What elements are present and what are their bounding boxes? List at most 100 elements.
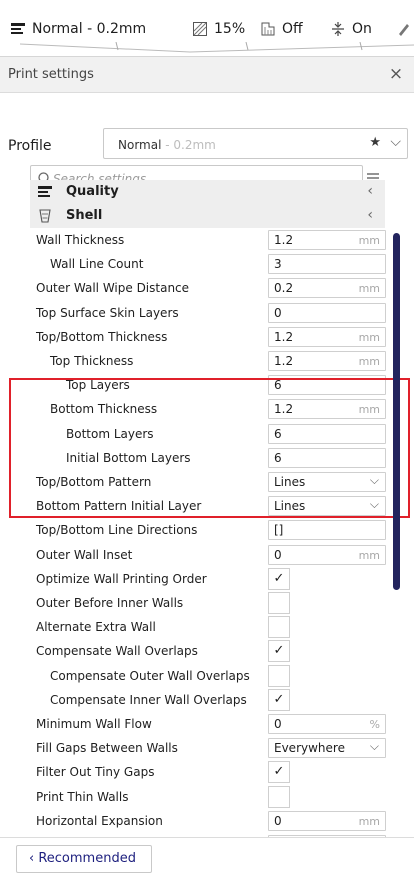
favorite-star-icon[interactable]: ★ [369, 135, 381, 150]
setting-value: 6 [274, 450, 282, 465]
setting-row: Bottom Pattern Initial Layer Lines ⌵ [30, 494, 390, 518]
setting-checkbox[interactable] [268, 664, 290, 687]
setting-checkbox[interactable]: ✓ [268, 761, 290, 784]
setting-row: Top/Bottom Pattern Lines ⌵ [30, 470, 390, 494]
setting-label: Top Layers [66, 378, 130, 393]
setting-input[interactable]: 6 [268, 423, 386, 444]
adhesion-button[interactable]: On [330, 18, 372, 40]
setting-label: Outer Before Inner Walls [36, 596, 184, 610]
profile-layer-height: - 0.2mm [161, 138, 216, 152]
setting-value: 1.2 [274, 329, 294, 344]
shell-icon [37, 208, 53, 224]
panel-title: Print settings [8, 67, 94, 82]
setting-input[interactable]: 3 [268, 254, 386, 275]
setting-row: Wall Thickness 1.2 mm [30, 228, 390, 252]
setting-checkbox[interactable]: ✓ [268, 567, 290, 590]
chevron-left-icon: ‹ [367, 183, 373, 199]
setting-value: 0 [274, 305, 282, 320]
setting-row: Optimize Wall Printing Order ✓ [30, 567, 390, 591]
quality-icon [10, 21, 26, 37]
setting-checkbox[interactable]: ✓ [268, 688, 290, 711]
category-shell-label: Shell [66, 208, 103, 223]
setting-checkbox[interactable] [268, 616, 290, 639]
quality-icon [37, 184, 53, 200]
setting-row: Print Thin Walls [30, 785, 390, 809]
scrollbar[interactable] [393, 233, 400, 590]
setting-input[interactable]: 0 mm [268, 544, 386, 565]
setting-checkbox[interactable] [268, 785, 290, 808]
setting-row: Bottom Thickness 1.2 mm [30, 397, 390, 421]
setting-input[interactable]: 1.2 mm [268, 326, 386, 347]
print-profile-button[interactable]: Normal - 0.2mm [10, 18, 146, 40]
setting-value: 6 [274, 378, 282, 393]
setting-row: Bottom Layers 6 [30, 422, 390, 446]
setting-input[interactable]: 0.2 mm [268, 278, 386, 299]
setting-dropdown[interactable]: Lines ⌵ [268, 472, 386, 492]
setting-label: Initial Bottom Layers [66, 450, 191, 465]
setting-value: 1.2 [274, 354, 294, 368]
setting-value: 1.2 [274, 233, 294, 247]
chevron-down-icon[interactable]: ⌵ [390, 134, 401, 150]
setting-dropdown[interactable]: Lines ⌵ [268, 496, 386, 517]
setting-label: Compensate Wall Overlaps [36, 644, 198, 659]
edit-pencil-icon[interactable] [396, 18, 410, 40]
adhesion-icon [330, 21, 346, 37]
profile-dropdown[interactable]: Normal - 0.2mm ★ ⌵ [103, 128, 408, 159]
support-button[interactable]: Off [260, 18, 303, 40]
setting-label: Compensate Outer Wall Overlaps [50, 668, 250, 683]
setting-label: Fill Gaps Between Walls [36, 741, 178, 756]
setting-input[interactable]: 6 [268, 447, 386, 468]
setting-input[interactable]: 1.2 mm [268, 230, 386, 250]
setting-row: Top/Bottom Thickness 1.2 mm [30, 325, 390, 349]
setting-row: Filter Out Tiny Gaps ✓ [30, 760, 390, 784]
setting-input[interactable]: 0 mm [268, 810, 386, 831]
setting-value: 0.2 [274, 281, 294, 296]
infill-button[interactable]: 15% [192, 18, 245, 40]
setting-label: Alternate Extra Wall [36, 620, 156, 635]
setting-row: Top/Bottom Line Directions [] [30, 518, 390, 542]
category-quality-label: Quality [66, 184, 119, 199]
setting-input[interactable]: 1.2 mm [268, 351, 386, 371]
support-label: Off [282, 21, 303, 37]
setting-label: Horizontal Expansion [36, 813, 163, 828]
setting-value: Lines [274, 475, 306, 489]
setting-row: Outer Wall Inset 0 mm [30, 543, 390, 567]
recommended-button[interactable]: ‹ Recommended [16, 845, 152, 873]
infill-label: 15% [214, 21, 246, 37]
setting-row: Compensate Wall Overlaps ✓ [30, 639, 390, 663]
category-shell[interactable]: Shell ‹ [30, 204, 385, 228]
setting-label: Print Thin Walls [36, 789, 129, 804]
setting-unit: mm [358, 814, 380, 828]
setting-row: Compensate Inner Wall Overlaps ✓ [30, 688, 390, 712]
setting-dropdown[interactable]: Everywhere ⌵ [268, 738, 386, 759]
setting-row: Fill Gaps Between Walls Everywhere ⌵ [30, 736, 390, 760]
setting-input[interactable]: 0 [268, 302, 386, 323]
setting-row: Alternate Extra Wall [30, 615, 390, 639]
setting-value: 3 [274, 257, 282, 272]
profile-label: Profile [8, 138, 52, 154]
setting-unit: mm [358, 355, 380, 368]
support-icon [260, 21, 276, 37]
setting-label: Bottom Thickness [50, 402, 158, 417]
setting-unit: mm [358, 234, 380, 247]
print-profile-label: Normal - 0.2mm [32, 21, 147, 37]
close-button[interactable]: × [386, 63, 406, 85]
setting-value: 0 [274, 547, 282, 562]
setting-row: Top Surface Skin Layers 0 [30, 301, 390, 325]
setting-checkbox[interactable] [268, 592, 290, 614]
setting-row: Horizontal Expansion 0 mm [30, 809, 390, 833]
setting-value: Everywhere [274, 741, 345, 756]
chevron-down-icon: ⌵ [369, 739, 379, 754]
chevron-down-icon: ⌵ [369, 497, 379, 512]
setting-checkbox[interactable]: ✓ [268, 640, 290, 663]
setting-unit: % [369, 718, 380, 731]
setting-input[interactable]: [] [268, 520, 386, 541]
setting-input[interactable]: 0% [268, 714, 386, 734]
category-quality[interactable]: Quality ‹ [30, 180, 385, 204]
setting-value: 0 [274, 813, 282, 828]
chevron-left-icon: ‹ [367, 207, 373, 223]
setting-input[interactable]: 1.2 mm [268, 399, 386, 420]
setting-label: Top Thickness [50, 354, 134, 368]
setting-label: Outer Wall Inset [36, 547, 133, 562]
setting-input[interactable]: 6 [268, 375, 386, 396]
